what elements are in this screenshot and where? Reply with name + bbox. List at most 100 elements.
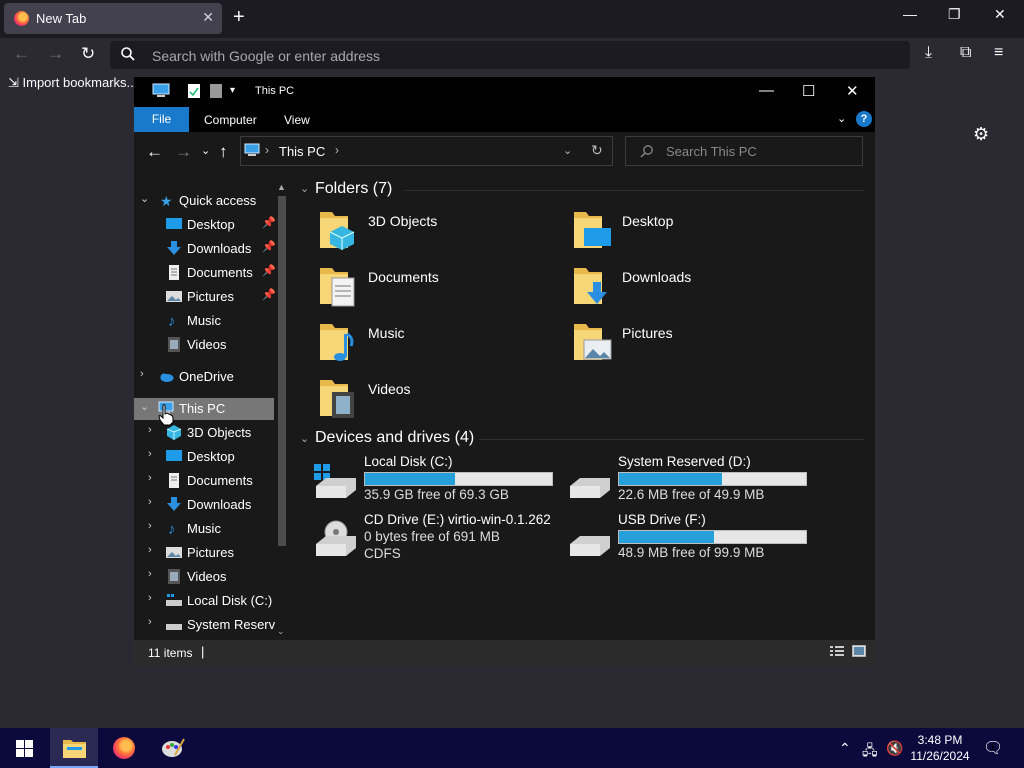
new-folder-icon[interactable] [209, 83, 223, 99]
breadcrumb[interactable]: This PC [279, 144, 325, 159]
nav-pc-videos[interactable]: › Videos [134, 566, 274, 588]
close-button[interactable]: ✕ [846, 82, 859, 100]
tab-file[interactable]: File [134, 107, 189, 132]
chevron-right-icon[interactable]: › [148, 472, 152, 484]
expand-ribbon-icon[interactable]: ⌄ [837, 112, 846, 125]
properties-icon[interactable] [187, 83, 201, 99]
breadcrumb-chevron-icon[interactable]: › [335, 143, 339, 157]
folder-label: Documents [368, 269, 439, 285]
folder-downloads[interactable]: Downloads [572, 264, 812, 314]
nav-quick-desktop[interactable]: Desktop 📌 [134, 214, 276, 236]
chevron-right-icon[interactable]: › [148, 448, 152, 460]
address-history-icon[interactable]: ⌄ [563, 144, 572, 157]
scroll-up-icon[interactable]: ▲ [277, 182, 286, 192]
new-tab-button[interactable]: + [233, 7, 245, 27]
minimize-button[interactable]: — [759, 82, 774, 99]
chevron-right-icon[interactable]: › [148, 496, 152, 508]
back-arrow-icon[interactable]: ← [146, 142, 163, 162]
tab-computer[interactable]: Computer [204, 113, 257, 127]
nav-pc-3d-objects[interactable]: › 3D Objects [134, 422, 274, 444]
gear-icon[interactable]: ⚙ [973, 124, 989, 145]
close-window-button[interactable]: ✕ [994, 6, 1006, 23]
folder-music[interactable]: Music [318, 320, 558, 370]
reload-icon[interactable]: ↻ [81, 44, 95, 64]
taskbar-firefox[interactable] [100, 728, 148, 768]
chevron-right-icon[interactable]: › [140, 368, 144, 380]
address-bar[interactable]: › This PC › ⌄ ↻ [240, 136, 613, 166]
scrollbar-thumb[interactable] [278, 196, 286, 546]
drive-system-reserved-d[interactable]: System Reserved (D:) 22.6 MB free of 49.… [568, 454, 818, 506]
start-button[interactable] [0, 728, 48, 768]
recent-locations-icon[interactable]: ⌄ [201, 144, 210, 157]
nav-quick-documents[interactable]: Documents 📌 [134, 262, 276, 284]
search-input[interactable]: Search This PC [625, 136, 863, 166]
nav-pc-desktop[interactable]: › Desktop [134, 446, 274, 468]
taskbar-paint[interactable] [148, 728, 196, 768]
nav-onedrive[interactable]: › OneDrive [134, 366, 274, 388]
import-bookmarks-link[interactable]: ⇲ Import bookmarks... [8, 75, 137, 91]
back-arrow-icon[interactable]: ← [13, 44, 30, 64]
refresh-icon[interactable]: ↻ [591, 142, 603, 159]
nav-pc-local-disk[interactable]: › Local Disk (C:) [134, 590, 274, 612]
chevron-right-icon[interactable]: › [148, 616, 152, 628]
folder-3d-objects[interactable]: 3D Objects [318, 208, 558, 258]
url-bar[interactable]: Search with Google or enter address [110, 41, 910, 69]
up-arrow-icon[interactable]: ↑ [219, 142, 228, 162]
details-view-icon[interactable] [830, 645, 844, 657]
drive-local-disk-c[interactable]: Local Disk (C:) 35.9 GB free of 69.3 GB [314, 454, 564, 506]
folder-desktop[interactable]: Desktop [572, 208, 812, 258]
nav-pc-documents[interactable]: › Documents [134, 470, 274, 492]
tab-view[interactable]: View [284, 113, 310, 127]
folders-group-header[interactable]: Folders (7) [315, 180, 392, 198]
browser-tab[interactable]: New Tab ✕ [4, 3, 222, 34]
chevron-right-icon[interactable]: › [148, 520, 152, 532]
drive-name: USB Drive (F:) [618, 512, 706, 527]
chevron-down-icon[interactable]: ⌄ [140, 192, 149, 205]
chevron-right-icon[interactable]: › [148, 568, 152, 580]
folder-documents[interactable]: Documents [318, 264, 558, 314]
chevron-right-icon[interactable]: › [148, 424, 152, 436]
drive-usb-f[interactable]: USB Drive (F:) 48.9 MB free of 99.9 MB [568, 512, 818, 564]
nav-pc-pictures[interactable]: › Pictures [134, 542, 274, 564]
help-icon[interactable]: ? [856, 111, 872, 127]
navigation-scrollbar[interactable]: ▲ ⌄ [274, 182, 289, 640]
customize-toolbar-icon[interactable]: ▾ [230, 85, 235, 101]
search-icon [121, 47, 135, 61]
large-icons-view-icon[interactable] [852, 645, 866, 657]
chevron-down-icon[interactable]: ⌄ [300, 182, 309, 195]
folder-videos[interactable]: Videos [318, 376, 558, 426]
minimize-button[interactable]: — [903, 6, 917, 22]
restore-button[interactable]: ❐ [948, 6, 961, 23]
drives-group-header[interactable]: Devices and drives (4) [315, 429, 474, 447]
nav-this-pc[interactable]: ⌄ This PC [134, 398, 274, 420]
notification-icon[interactable]: 🗨 1 [983, 738, 1003, 758]
forward-arrow-icon[interactable]: → [47, 44, 64, 64]
nav-quick-videos[interactable]: Videos [134, 334, 274, 356]
nav-pc-music[interactable]: › ♪ Music [134, 518, 274, 540]
folder-pictures[interactable]: Pictures [572, 320, 812, 370]
menu-icon[interactable]: ≡ [994, 44, 1003, 62]
breadcrumb-chevron-icon[interactable]: › [265, 143, 269, 157]
nav-quick-downloads[interactable]: Downloads 📌 [134, 238, 276, 260]
network-icon[interactable]: 🖧 [862, 740, 878, 764]
chevron-up-icon[interactable]: ⌃ [839, 740, 851, 757]
system-clock[interactable]: 3:48 PM 11/26/2024 [900, 732, 980, 764]
nav-quick-music[interactable]: ♪ Music [134, 310, 274, 332]
close-tab-icon[interactable]: ✕ [202, 9, 214, 26]
scroll-down-icon[interactable]: ⌄ [277, 626, 285, 637]
chevron-down-icon[interactable]: ⌄ [300, 432, 309, 445]
nav-quick-access[interactable]: ⌄ ★ Quick access [134, 190, 274, 212]
forward-arrow-icon[interactable]: → [175, 142, 192, 162]
drive-cd-e[interactable]: CD Drive (E:) virtio-win-0.1.262 0 bytes… [314, 512, 564, 564]
nav-quick-pictures[interactable]: Pictures 📌 [134, 286, 276, 308]
maximize-button[interactable]: ☐ [802, 82, 815, 100]
nav-pc-system-reserved[interactable]: › System Reserv [134, 614, 275, 636]
address-row: ← → ⌄ ↑ › This PC › ⌄ ↻ Search This PC [134, 132, 875, 172]
downloads-icon[interactable]: ⤓ [925, 44, 932, 62]
chevron-down-icon[interactable]: ⌄ [140, 400, 149, 413]
chevron-right-icon[interactable]: › [148, 592, 152, 604]
extensions-icon[interactable]: ⧉ [960, 44, 971, 62]
chevron-right-icon[interactable]: › [148, 544, 152, 556]
taskbar-file-explorer[interactable] [50, 728, 98, 768]
nav-pc-downloads[interactable]: › Downloads [134, 494, 274, 516]
